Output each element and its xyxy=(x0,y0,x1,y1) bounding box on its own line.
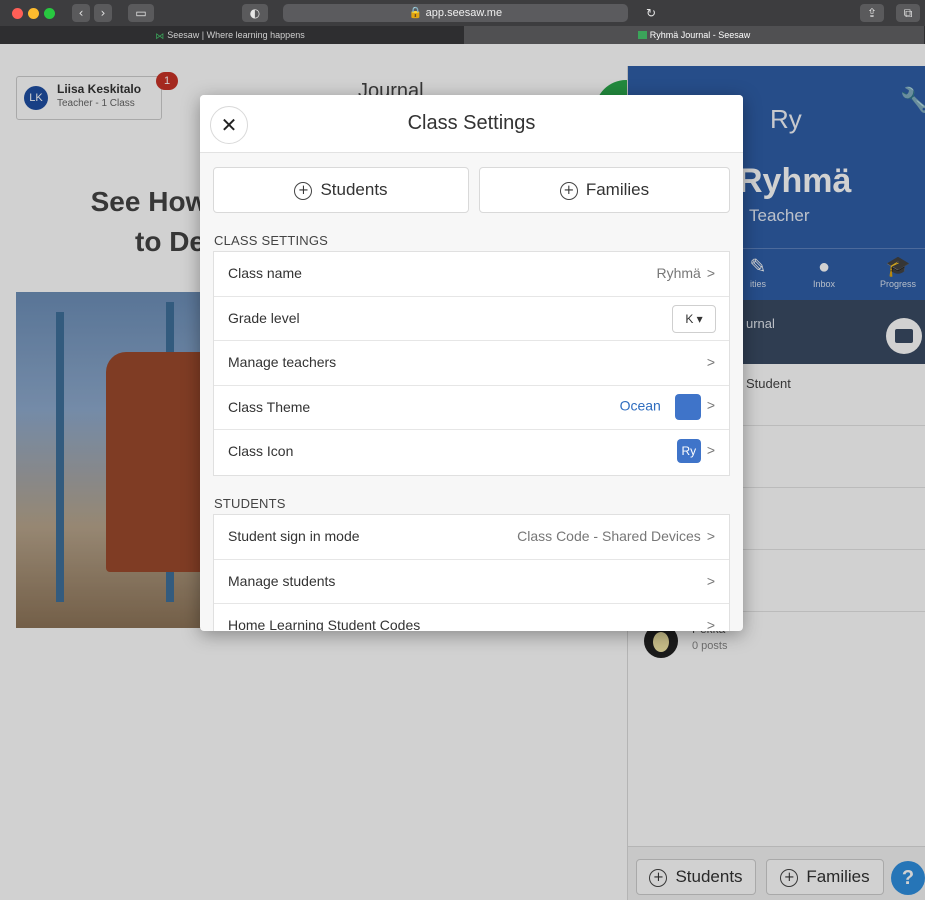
theme-name: Ocean xyxy=(619,397,661,414)
shield-icon[interactable]: ◐ xyxy=(242,4,268,22)
browser-toolbar: ‹ › ▭ ◐ 🔒 app.seesaw.me ↻ ⇪ ⧉ xyxy=(0,0,925,26)
setting-manage-students[interactable]: Manage students > xyxy=(214,560,729,604)
seesaw-logo-icon: ⋈ xyxy=(155,31,165,41)
address-bar[interactable]: 🔒 app.seesaw.me xyxy=(283,4,628,22)
grade-level-select[interactable]: K ▾ xyxy=(672,304,716,333)
setting-value: > xyxy=(701,617,715,631)
add-families-button[interactable]: + Families xyxy=(479,167,730,213)
setting-class-icon[interactable]: Class Icon Ry > xyxy=(214,430,729,475)
sign-in-mode-value: Class Code - Shared Devices xyxy=(517,528,701,544)
tab-ryhma-journal[interactable]: Ryhmä Journal - Seesaw xyxy=(464,26,924,44)
chevron-right-icon: > xyxy=(706,617,715,631)
chevron-right-icon: > xyxy=(706,354,715,370)
tabs-overview-icon[interactable]: ⧉ xyxy=(896,4,920,22)
setting-label: Class name xyxy=(228,265,302,281)
tab-strip: ⋈ Seesaw | Where learning happens Ryhmä J… xyxy=(0,26,925,44)
close-button[interactable]: ✕ xyxy=(210,106,248,144)
chevron-right-icon: > xyxy=(706,265,715,281)
setting-student-sign-in-mode[interactable]: Student sign in mode Class Code - Shared… xyxy=(214,515,729,560)
setting-value: Ryhmä > xyxy=(656,265,715,281)
share-icon[interactable]: ⇪ xyxy=(860,4,884,22)
setting-label: Grade level xyxy=(228,309,300,326)
browser-chrome: ‹ › ▭ ◐ 🔒 app.seesaw.me ↻ ⇪ ⧉ ⋈ Seesaw | … xyxy=(0,0,925,44)
setting-value: Ocean > xyxy=(619,393,715,420)
setting-label: Manage teachers xyxy=(228,354,337,370)
add-students-button[interactable]: + Students xyxy=(213,167,469,213)
caret-down-icon: ▾ xyxy=(693,311,703,326)
chevron-right-icon: > xyxy=(706,397,715,414)
setting-label: Class Theme xyxy=(228,398,311,415)
minimize-window-button[interactable] xyxy=(28,8,39,19)
class-settings-list: Class name Ryhmä > Grade level K ▾ Manage… xyxy=(213,251,730,476)
class-icon-badge: Ry xyxy=(676,439,701,463)
students-settings-list: Student sign in mode Class Code - Shared… xyxy=(213,514,730,631)
sidebar-icon[interactable]: ▭ xyxy=(128,4,154,22)
setting-home-learning-codes[interactable]: Home Learning Student Codes > xyxy=(214,604,729,631)
button-label: Families xyxy=(585,180,650,199)
setting-label: Manage students xyxy=(228,572,336,589)
reload-icon[interactable]: ↻ xyxy=(640,4,662,22)
chevron-right-icon: > xyxy=(706,528,715,544)
setting-value: Ry > xyxy=(676,439,715,463)
tab-label: Seesaw | Where learning happens xyxy=(167,30,305,40)
setting-value: > xyxy=(701,573,715,589)
button-label: Students xyxy=(320,180,388,199)
plus-circle-icon: + xyxy=(559,182,578,200)
class-settings-modal: Class Settings ✕ + Students + Families CLA… xyxy=(200,95,743,631)
setting-class-theme[interactable]: Class Theme Ocean > xyxy=(214,386,729,430)
setting-label: Home Learning Student Codes xyxy=(228,617,421,631)
setting-value: > xyxy=(701,354,715,370)
modal-title: Class Settings xyxy=(407,112,536,134)
chevron-right-icon: > xyxy=(706,572,715,589)
back-button[interactable]: ‹ xyxy=(72,4,90,22)
setting-manage-teachers[interactable]: Manage teachers > xyxy=(214,341,729,386)
url-text: app.seesaw.me xyxy=(425,7,503,19)
class-name-value: Ryhmä xyxy=(656,265,701,281)
setting-label: Class Icon xyxy=(228,443,294,459)
section-header-class-settings: CLASS SETTINGS xyxy=(214,233,329,248)
close-window-button[interactable] xyxy=(12,8,23,19)
fullscreen-window-button[interactable] xyxy=(44,8,55,19)
theme-color-swatch xyxy=(674,393,701,420)
tab-seesaw-home[interactable]: ⋈ Seesaw | Where learning happens xyxy=(0,26,460,44)
chevron-right-icon: > xyxy=(706,441,715,458)
forward-button[interactable]: › xyxy=(94,4,112,22)
section-header-students: STUDENTS xyxy=(214,496,286,511)
modal-header: Class Settings ✕ xyxy=(200,95,743,153)
plus-circle-icon: + xyxy=(294,182,313,200)
setting-grade-level: Grade level K ▾ xyxy=(214,297,729,341)
seesaw-favicon-icon xyxy=(637,31,647,39)
tab-label: Ryhmä Journal - Seesaw xyxy=(649,30,751,40)
lock-icon: 🔒 xyxy=(408,7,423,19)
setting-class-name[interactable]: Class name Ryhmä > xyxy=(214,252,729,297)
setting-label: Student sign in mode xyxy=(228,528,360,544)
setting-value: Class Code - Shared Devices > xyxy=(517,528,715,544)
